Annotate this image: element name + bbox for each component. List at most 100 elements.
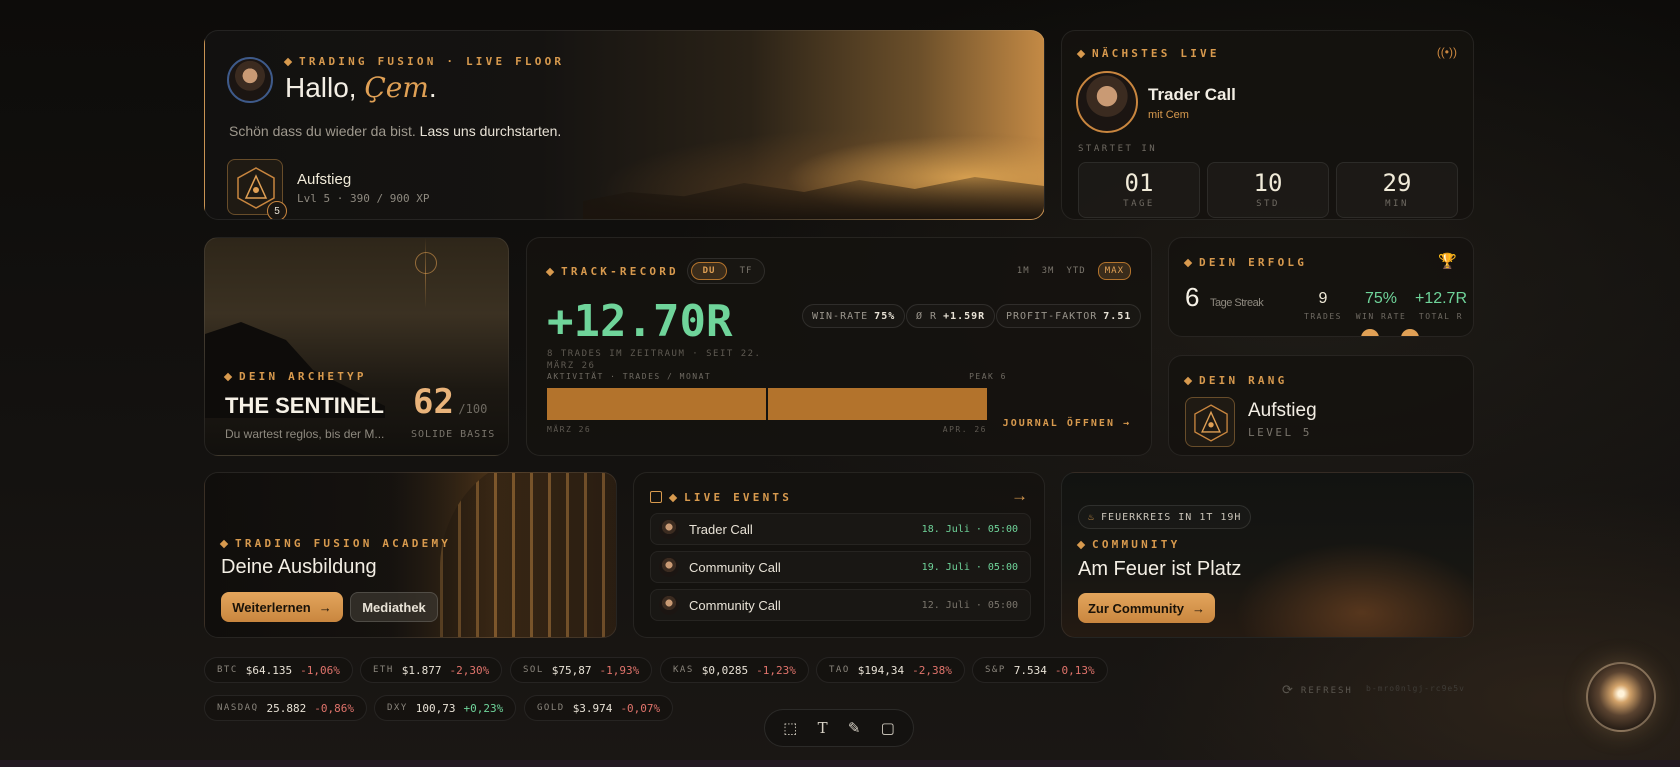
event-row[interactable]: Community Call 19. Juli · 05:00 — [650, 551, 1031, 583]
starts-in-label: STARTET IN — [1078, 144, 1158, 154]
score-label: SOLIDE BASIS — [411, 429, 496, 440]
academy-card: TRADING FUSION ACADEMY Deine Ausbildung … — [204, 472, 617, 638]
rank-card[interactable]: DEIN RANG Aufstieg LEVEL 5 — [1168, 355, 1474, 456]
hero-eyebrow-text: TRADING FUSION · LIVE FLOOR — [299, 55, 565, 68]
rank-emblem-icon — [1194, 404, 1228, 442]
track-eyebrow-text: TRACK-RECORD — [561, 265, 679, 278]
journal-open-link[interactable]: JOURNAL ÖFFNEN → — [1003, 418, 1131, 429]
ticker-sol[interactable]: SOL $75,87 -1,93% — [510, 657, 653, 683]
comment-tool-icon[interactable]: ▢ — [881, 719, 895, 737]
ticker-eth[interactable]: ETH $1.877 -2,30% — [360, 657, 503, 683]
join-community-button[interactable]: Zur Community → — [1078, 593, 1215, 623]
ticker-tao[interactable]: TAO $194,34 -2,38% — [816, 657, 965, 683]
archetype-name: THE SENTINEL — [225, 393, 384, 418]
ticker-symbol: NASDAQ — [217, 703, 259, 713]
ticker-change: -0,07% — [620, 701, 661, 715]
peak-label: PEAK 6 — [969, 372, 1007, 381]
next-live-card[interactable]: NÄCHSTES LIVE ((•)) Trader Call mit Cem … — [1061, 30, 1474, 220]
range-selector: 1M 3M YTD MAX — [1017, 262, 1131, 280]
stat-winrate: WIN-RATE 75% — [802, 304, 906, 328]
score-max: /100 — [458, 402, 488, 416]
archetype-card[interactable]: DEIN ARCHETYP THE SENTINEL Du wartest re… — [204, 237, 509, 456]
ticker-symbol: KAS — [673, 665, 694, 675]
refresh-button[interactable]: ⟳ REFRESH — [1282, 683, 1353, 698]
axis-end: APR. 26 — [942, 425, 987, 434]
build-id: b-mro0nlgj-rc9e5v — [1366, 684, 1465, 693]
refresh-icon: ⟳ — [1282, 683, 1295, 698]
track-record-card: TRACK-RECORD DU TF 1M 3M YTD MAX +12.70R… — [526, 237, 1152, 456]
toggle-du[interactable]: DU — [691, 262, 727, 280]
next-live-eyebrow: NÄCHSTES LIVE — [1076, 47, 1220, 60]
stat-label: PROFIT-FAKTOR — [1006, 310, 1098, 322]
diamond-icon — [1076, 540, 1086, 549]
ticker-nasdaq[interactable]: NASDAQ 25.882 -0,86% — [204, 695, 368, 721]
erfolg-eyebrow: DEIN ERFOLG — [1183, 256, 1308, 269]
ticker-symbol: GOLD — [537, 703, 565, 713]
ticker-change: -1,23% — [756, 663, 796, 677]
select-tool-icon[interactable]: ⬚ — [783, 719, 797, 737]
media-library-button[interactable]: Mediathek — [350, 592, 438, 622]
ticker-kas[interactable]: KAS $0,0285 -1,23% — [660, 657, 809, 683]
ticker-price: $3.974 — [572, 701, 613, 715]
stat-profit-factor: PROFIT-FAKTOR 7.51 — [996, 304, 1142, 328]
event-date: 12. Juli · 05:00 — [921, 599, 1018, 611]
range-1m[interactable]: 1M — [1017, 266, 1030, 276]
events-eyebrow: LIVE EVENTS — [668, 491, 792, 504]
activity-bar-march — [547, 388, 766, 420]
welcome-card: TRADING FUSION · LIVE FLOOR Hallo, Çem. … — [204, 30, 1045, 220]
erfolg-eyebrow-text: DEIN ERFOLG — [1199, 256, 1308, 269]
hero-subtitle: Schön dass du wieder da bist. Lass uns d… — [229, 123, 561, 139]
ticker-btc[interactable]: BTC $64.135 -1,06% — [204, 657, 353, 683]
community-title: Am Feuer ist Platz — [1078, 558, 1242, 580]
ticker-change: -0,13% — [1054, 663, 1095, 677]
ticker-dxy[interactable]: DXY 100,73 +0,23% — [374, 695, 517, 721]
community-eyebrow: COMMUNITY — [1076, 538, 1180, 551]
success-card: DEIN ERFOLG 🏆 6 Tage Streak 9 TRADES 75%… — [1168, 237, 1474, 337]
stat-label: WIN-RATE — [812, 310, 869, 322]
countdown-value: 01 — [1124, 169, 1154, 197]
ticker-gold[interactable]: GOLD $3.974 -0,07% — [524, 695, 674, 721]
trophy-icon: 🏆 — [1438, 253, 1457, 270]
rank-emblem — [1185, 397, 1235, 447]
pen-tool-icon[interactable]: ✎ — [848, 719, 861, 737]
greeting-suffix: . — [428, 72, 437, 103]
greeting-heading: Hallo, Çem. — [285, 71, 437, 104]
ticker-change: -2,30% — [449, 663, 490, 677]
diamond-icon — [1183, 258, 1193, 267]
arrow-right-icon: → — [1192, 600, 1206, 616]
toggle-tf[interactable]: TF — [730, 262, 762, 280]
diamond-icon — [1183, 376, 1193, 385]
arrow-right-icon: → — [318, 599, 332, 615]
bottom-edge — [0, 760, 1680, 767]
ticker-sp[interactable]: S&P 7.534 -0,13% — [972, 657, 1108, 683]
activity-label: AKTIVITÄT · TRADES / MONAT — [547, 372, 712, 381]
diamond-icon — [283, 57, 293, 66]
track-eyebrow: TRACK-RECORD — [545, 265, 679, 278]
host-avatar — [1076, 71, 1138, 133]
range-max[interactable]: MAX — [1097, 262, 1131, 280]
calendar-icon — [650, 491, 662, 503]
range-ytd[interactable]: YTD — [1066, 266, 1085, 276]
continue-learning-button[interactable]: Weiterlernen → — [221, 592, 343, 622]
text-tool-icon[interactable]: T — [818, 719, 828, 737]
archetype-eyebrow-text: DEIN ARCHETYP — [239, 370, 367, 383]
range-3m[interactable]: 3M — [1042, 266, 1055, 276]
activity-bar-april — [768, 388, 987, 420]
win-rate-label: WIN RATE — [1355, 312, 1407, 321]
streak-number: 6 — [1185, 282, 1200, 312]
annotation-toolbar: ⬚ T ✎ ▢ — [764, 709, 914, 747]
level-number-badge: 5 — [267, 201, 287, 219]
fire-circle-text: FEUERKREIS IN 1T 19H — [1101, 511, 1242, 523]
ticker-change: -1,93% — [599, 663, 640, 677]
event-host-avatar — [659, 595, 679, 615]
event-row[interactable]: Community Call 12. Juli · 05:00 — [650, 589, 1031, 621]
user-avatar[interactable] — [227, 57, 273, 103]
crosshair-icon — [415, 252, 437, 274]
event-row[interactable]: Trader Call 18. Juli · 05:00 — [650, 513, 1031, 545]
assistant-orb-button[interactable] — [1586, 662, 1656, 732]
arrow-right-icon[interactable]: → — [1011, 486, 1028, 506]
stat-value: 7.51 — [1103, 310, 1132, 322]
subtitle-part-a: Schön dass du wieder da bist. — [229, 123, 416, 139]
diamond-icon — [668, 493, 678, 502]
ticker-change: -2,38% — [912, 663, 952, 677]
